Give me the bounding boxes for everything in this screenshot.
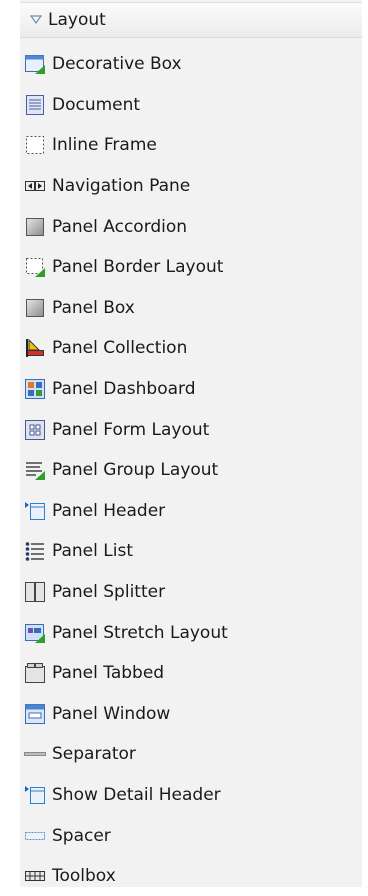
component-list: Decorative Box Document Inline Frame Nav… (20, 44, 362, 896)
item-label: Inline Frame (52, 135, 157, 156)
inline-frame-icon (24, 134, 46, 156)
list-item-panel-box[interactable]: Panel Box (20, 288, 362, 329)
list-item-decorative-box[interactable]: Decorative Box (20, 44, 362, 85)
item-label: Document (52, 94, 141, 115)
panel-window-icon (24, 703, 46, 725)
list-item-panel-collection[interactable]: Panel Collection (20, 328, 362, 369)
item-label: Panel Border Layout (52, 257, 224, 278)
panel-tabbed-icon (24, 662, 46, 684)
list-item-panel-header[interactable]: Panel Header (20, 491, 362, 532)
panel-group-layout-icon (24, 459, 46, 481)
item-label: Toolbox (52, 866, 116, 887)
section-header-layout[interactable]: Layout (20, 2, 362, 38)
panel-splitter-icon (24, 581, 46, 603)
list-item-panel-list[interactable]: Panel List (20, 531, 362, 572)
item-label: Panel Splitter (52, 582, 166, 603)
item-label: Panel Window (52, 703, 171, 724)
item-label: Panel Form Layout (52, 419, 210, 440)
triangle-down-icon (26, 15, 46, 25)
item-label: Show Detail Header (52, 784, 221, 805)
list-item-navigation-pane[interactable]: Navigation Pane (20, 166, 362, 207)
decorative-box-icon (24, 53, 46, 75)
section-title: Layout (48, 10, 106, 30)
item-label: Panel Box (52, 297, 135, 318)
separator-icon (24, 743, 46, 765)
list-item-inline-frame[interactable]: Inline Frame (20, 125, 362, 166)
list-item-panel-window[interactable]: Panel Window (20, 694, 362, 735)
panel-list-icon (24, 540, 46, 562)
list-item-toolbox[interactable]: Toolbox (20, 856, 362, 896)
item-label: Decorative Box (52, 54, 182, 75)
panel-stretch-layout-icon (24, 622, 46, 644)
item-label: Panel Stretch Layout (52, 622, 228, 643)
item-label: Panel Group Layout (52, 460, 219, 481)
item-label: Panel Collection (52, 338, 188, 359)
list-item-separator[interactable]: Separator (20, 734, 362, 775)
item-label: Panel Accordion (52, 216, 188, 237)
list-item-panel-border-layout[interactable]: Panel Border Layout (20, 247, 362, 288)
panel-header-icon (24, 500, 46, 522)
document-icon (24, 94, 46, 116)
list-item-panel-stretch-layout[interactable]: Panel Stretch Layout (20, 612, 362, 653)
item-label: Panel Header (52, 500, 166, 521)
item-label: Panel Dashboard (52, 379, 196, 400)
list-item-panel-splitter[interactable]: Panel Splitter (20, 572, 362, 613)
list-item-panel-dashboard[interactable]: Panel Dashboard (20, 369, 362, 410)
list-item-show-detail-header[interactable]: Show Detail Header (20, 775, 362, 816)
list-item-panel-group-layout[interactable]: Panel Group Layout (20, 450, 362, 491)
item-label: Separator (52, 744, 136, 765)
item-label: Navigation Pane (52, 176, 191, 197)
navigation-pane-icon (24, 175, 46, 197)
panel-form-layout-icon (24, 419, 46, 441)
panel-accordion-icon (24, 216, 46, 238)
list-item-document[interactable]: Document (20, 85, 362, 126)
list-item-panel-tabbed[interactable]: Panel Tabbed (20, 653, 362, 694)
list-item-panel-accordion[interactable]: Panel Accordion (20, 206, 362, 247)
item-label: Panel Tabbed (52, 663, 165, 684)
panel-border-layout-icon (24, 256, 46, 278)
item-label: Spacer (52, 825, 111, 846)
panel-dashboard-icon (24, 378, 46, 400)
list-item-panel-form-layout[interactable]: Panel Form Layout (20, 409, 362, 450)
list-item-spacer[interactable]: Spacer (20, 815, 362, 856)
spacer-icon (24, 825, 46, 847)
show-detail-header-icon (24, 784, 46, 806)
toolbox-icon (24, 865, 46, 887)
panel-box-icon (24, 297, 46, 319)
component-palette: Layout Decorative Box Document Inline Fr… (20, 0, 362, 887)
panel-collection-icon (24, 337, 46, 359)
item-label: Panel List (52, 541, 133, 562)
